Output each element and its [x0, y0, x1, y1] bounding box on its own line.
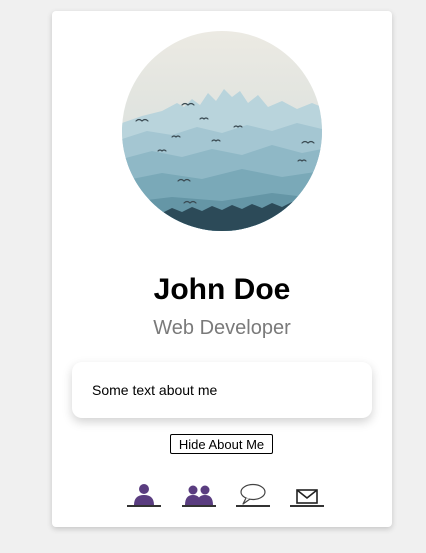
profile-title: Web Developer: [153, 317, 291, 339]
email-icon-link[interactable]: [290, 481, 324, 507]
profile-avatar: [122, 31, 322, 231]
profile-name: John Doe: [153, 273, 291, 306]
user-icon: [134, 484, 154, 505]
profile-card: John Doe Web Developer Some text about m…: [52, 11, 392, 527]
chat-icon-link[interactable]: [236, 481, 270, 507]
envelope-icon: [296, 489, 318, 504]
user-icon-link[interactable]: [127, 481, 161, 507]
about-section: Some text about me: [72, 362, 372, 418]
chat-bubble-icon: [240, 483, 266, 505]
users-icon: [185, 485, 213, 505]
users-icon-link[interactable]: [182, 481, 216, 507]
about-text: Some text about me: [92, 382, 218, 398]
hide-about-button[interactable]: Hide About Me: [170, 434, 273, 454]
mountain-landscape-image: [122, 31, 322, 231]
